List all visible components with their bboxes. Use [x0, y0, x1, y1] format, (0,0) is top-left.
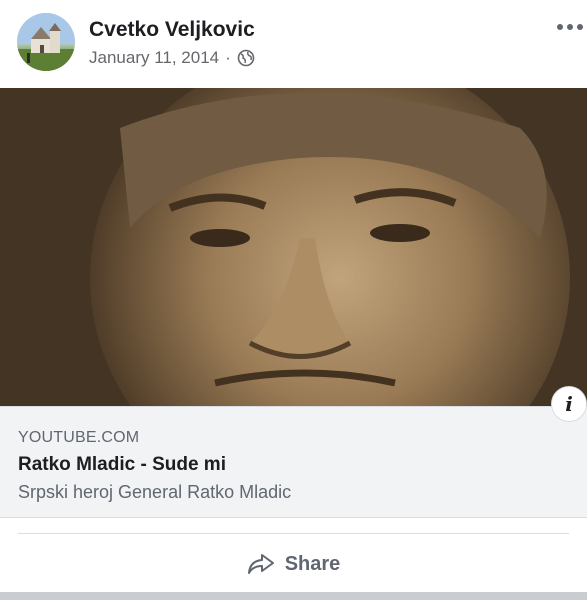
share-button[interactable]: Share [0, 541, 587, 587]
share-arrow-icon [247, 552, 275, 576]
post-meta: January 11, 2014 · [89, 48, 255, 68]
link-thumbnail[interactable] [0, 88, 587, 406]
link-domain: YOUTUBE.COM [18, 429, 140, 446]
share-label: Share [284, 552, 341, 575]
link-description: Srpski heroj General Ratko Mladic [18, 482, 292, 502]
more-options-icon[interactable] [557, 24, 583, 30]
avatar[interactable] [17, 13, 75, 71]
bottom-bar [0, 592, 587, 600]
author-name[interactable]: Cvetko Veljkovic [89, 18, 255, 42]
globe-icon [237, 49, 255, 67]
info-icon[interactable]: i [551, 386, 587, 422]
post-header: Cvetko Veljkovic January 11, 2014 · [0, 0, 587, 88]
meta-separator: · [225, 48, 231, 67]
link-title[interactable]: Ratko Mladic - Sude mi [18, 454, 226, 476]
divider [18, 533, 569, 534]
link-preview[interactable]: YOUTUBE.COM Ratko Mladic - Sude mi Srpsk… [0, 406, 587, 518]
post-date[interactable]: January 11, 2014 [89, 48, 219, 68]
